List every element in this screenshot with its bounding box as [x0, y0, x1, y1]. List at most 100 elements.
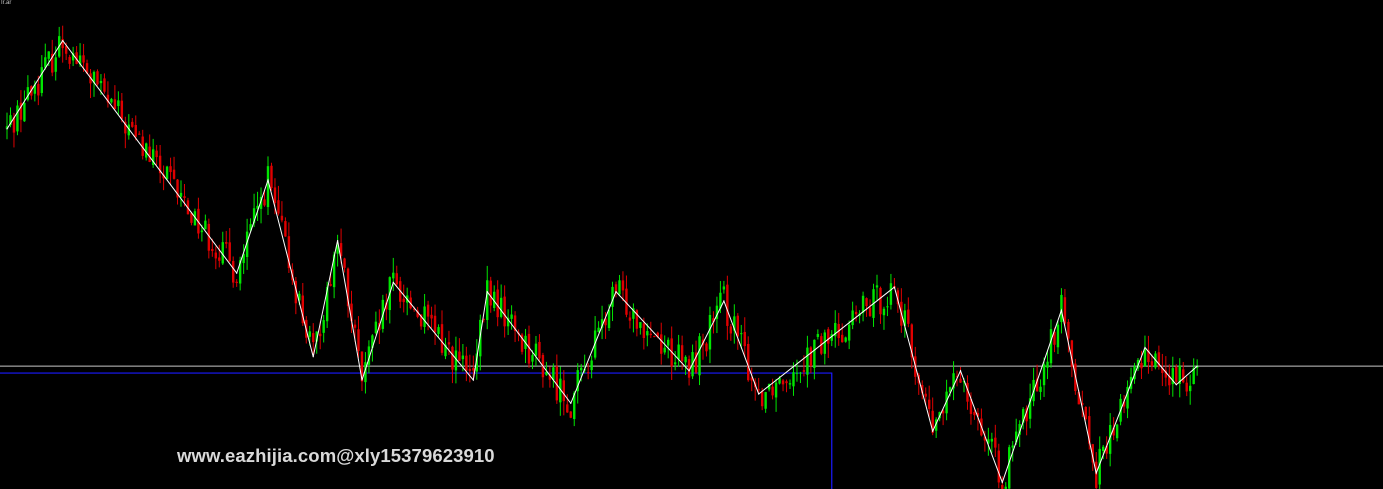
candle-body: [503, 296, 506, 327]
candle-body: [774, 382, 778, 398]
candle-body: [680, 345, 684, 361]
candle-body: [649, 333, 652, 336]
candle-body: [827, 329, 830, 344]
candle-body: [183, 196, 186, 198]
candle: [493, 285, 496, 312]
candle: [496, 280, 499, 327]
candle: [1004, 482, 1007, 489]
candle-body: [134, 124, 137, 137]
candle: [89, 69, 92, 99]
candle-body: [47, 51, 50, 59]
candle-body: [392, 272, 395, 279]
candle-body: [886, 306, 889, 308]
candle: [959, 366, 962, 383]
candle: [75, 46, 78, 65]
candle-body: [1056, 324, 1060, 348]
candle: [736, 313, 739, 350]
candle: [343, 257, 346, 273]
candle-body: [562, 380, 565, 402]
candle: [103, 73, 106, 94]
candle: [632, 303, 635, 333]
candle-body: [200, 230, 204, 233]
candle: [823, 329, 826, 365]
candle-body: [882, 308, 886, 316]
candle: [158, 145, 162, 184]
candle-body: [486, 280, 489, 321]
candle: [673, 351, 677, 371]
candle-body: [472, 368, 475, 371]
candle: [990, 432, 994, 453]
candle-body: [673, 362, 677, 365]
candle: [729, 323, 733, 341]
candle-body: [851, 310, 854, 326]
candle-body: [218, 257, 221, 261]
candle-body: [343, 258, 346, 268]
price-chart[interactable]: Ir.ar www.eazhijia.com@xly15379623910: [0, 0, 1383, 489]
candle: [68, 54, 71, 70]
candle-body: [997, 450, 1000, 483]
candle-body: [590, 360, 593, 371]
candle-body: [319, 333, 322, 337]
zigzag-pivot-point: [1196, 365, 1198, 367]
candle-body: [924, 393, 927, 397]
candle-body: [395, 273, 398, 285]
candle: [1185, 376, 1188, 397]
candle: [235, 279, 238, 287]
candle: [284, 217, 287, 237]
candle: [781, 378, 785, 392]
candle-body: [1185, 382, 1188, 392]
candle-body: [235, 281, 238, 284]
candle: [1032, 367, 1035, 407]
candle: [138, 131, 141, 135]
candle: [618, 274, 621, 297]
candle: [1115, 423, 1119, 442]
candle: [172, 156, 176, 180]
candle: [733, 304, 736, 344]
candle: [1171, 356, 1174, 397]
zigzag-pivot-point: [62, 40, 64, 42]
candle-body: [959, 378, 962, 383]
zigzag-pivot-point: [337, 239, 339, 242]
candle: [465, 346, 468, 382]
candle-body: [437, 327, 440, 334]
candle-body: [740, 333, 743, 335]
candle: [851, 301, 854, 330]
candle: [16, 100, 19, 136]
candle-body: [54, 57, 57, 72]
candle-body: [660, 334, 663, 354]
candle-body: [1140, 362, 1143, 369]
candle-body: [990, 438, 994, 442]
zigzag-pivot-point: [570, 402, 572, 404]
candle: [1143, 335, 1147, 367]
zigzag-pivot-point: [1175, 384, 1177, 386]
candle: [499, 284, 503, 319]
candle: [131, 118, 134, 128]
candle-body: [663, 347, 666, 353]
candle: [1147, 335, 1150, 374]
candle: [847, 320, 851, 350]
candle: [854, 305, 858, 322]
chart-canvas[interactable]: [0, 0, 1383, 489]
candle: [994, 424, 997, 458]
candle-body: [280, 215, 284, 221]
candle: [395, 265, 398, 288]
candle-body: [277, 200, 280, 214]
candle-body: [266, 166, 270, 208]
candle: [1126, 380, 1129, 419]
candle: [270, 162, 273, 191]
candle: [228, 228, 231, 263]
candle-body: [312, 333, 315, 343]
candle-body: [353, 324, 357, 328]
candle: [750, 367, 753, 392]
candle-body: [284, 221, 287, 237]
candle: [294, 277, 298, 315]
zigzag-pivot-point: [6, 128, 8, 130]
candle: [256, 191, 259, 221]
candle-body: [667, 339, 670, 346]
candle-body: [847, 324, 851, 341]
candle-body: [211, 248, 214, 252]
candle-body: [273, 187, 277, 204]
candle: [1178, 358, 1181, 398]
candle: [96, 69, 99, 86]
candle: [1175, 364, 1178, 385]
